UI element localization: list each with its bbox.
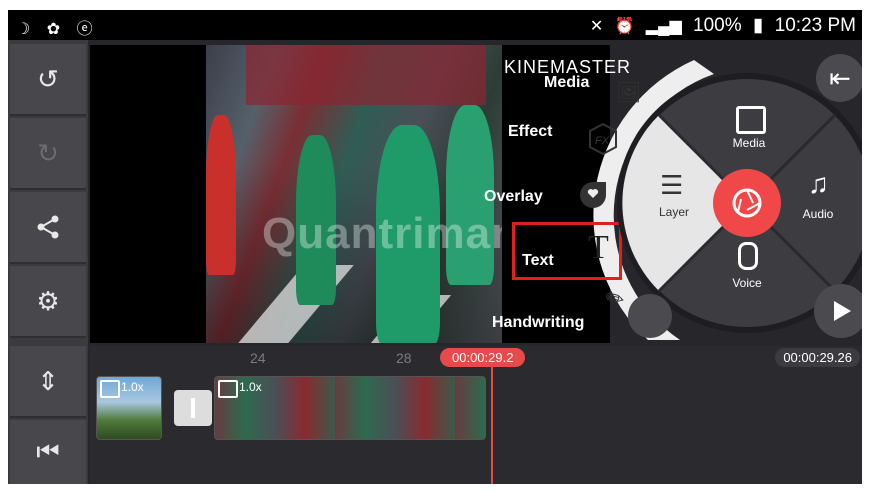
status-bar: ☽ ✿ ⓔ ✕ ⏰ ▂▄▆ 100% ▮ 10:23 PM [8, 10, 862, 40]
video-clip-1[interactable]: 1.0x [96, 376, 162, 440]
watermark: Quantrimang [262, 209, 502, 258]
total-time: 00:00:29.26 [775, 348, 860, 367]
layer-menu-effect[interactable]: Effect [508, 123, 552, 141]
timeline-expand-button[interactable]: ⇕ [10, 346, 86, 418]
play-button[interactable] [814, 284, 862, 338]
media-label: Media [732, 136, 766, 150]
alarm-icon: ⏰ [614, 18, 635, 35]
signal-icon: ▂▄▆ [645, 18, 682, 35]
record-button[interactable] [713, 169, 781, 237]
video-clip-2[interactable]: 1.0x [214, 376, 486, 440]
expand-vertical-icon: ⇕ [37, 365, 59, 396]
billboard [246, 45, 486, 105]
layers-icon: ☰ [660, 170, 684, 200]
mute-icon: ✕ [589, 18, 604, 35]
app-screen: ☽ ✿ ⓔ ✕ ⏰ ▂▄▆ 100% ▮ 10:23 PM ↺ ↻ ⚙ Quan… [8, 10, 862, 484]
status-notification-icons: ☽ ✿ ⓔ [16, 21, 99, 38]
clip-type-icon [218, 380, 238, 398]
clip-type-icon [100, 380, 120, 398]
clip-speed: 1.0x [239, 380, 262, 394]
status-right: ✕ ⏰ ▂▄▆ 100% ▮ 10:23 PM [584, 14, 856, 37]
redo-icon: ↻ [37, 137, 59, 168]
battery-percent: 100% [693, 15, 742, 36]
jump-to-start-button[interactable]: ⏮ [10, 420, 86, 484]
voice-label: Voice [732, 276, 762, 290]
ruler-tick: 28 [396, 350, 412, 366]
video-frame: Quantrimang [206, 45, 502, 343]
transition-button[interactable] [174, 390, 212, 426]
undo-button[interactable]: ↺ [10, 44, 86, 116]
timeline[interactable]: 24 28 00:00:29.2 00:00:29.26 1.0x 1.0x [90, 346, 862, 484]
battery-icon: ▮ [752, 15, 764, 36]
clock: 10:23 PM [774, 15, 856, 36]
runner [206, 115, 236, 275]
fx-icon[interactable]: FX [586, 122, 620, 156]
layer-menu-media[interactable]: Media [544, 74, 589, 92]
skip-back-icon: ⏮ [36, 436, 60, 466]
export-button[interactable]: ⇤ [816, 54, 862, 102]
playhead[interactable] [491, 362, 493, 484]
settings-icon: ⚙ [36, 285, 60, 316]
redo-button[interactable]: ↻ [10, 118, 86, 190]
exit-icon: ⇤ [829, 62, 851, 93]
share-button[interactable] [10, 192, 86, 264]
layer-menu-handwriting[interactable]: Handwriting [492, 314, 584, 332]
undo-icon: ↺ [37, 63, 59, 94]
timeline-toolbar: ⇕ ⏮ [8, 346, 88, 484]
layer-label: Layer [658, 205, 690, 219]
audio-icon[interactable]: ♫ [808, 168, 829, 200]
layer-menu-overlay[interactable]: Overlay [484, 188, 543, 206]
play-icon [834, 301, 851, 321]
ruler-tick: 24 [250, 350, 266, 366]
settings-button[interactable]: ⚙ [10, 266, 86, 338]
media-icon[interactable] [736, 106, 766, 134]
current-time: 00:00:29.2 [440, 348, 526, 367]
text-layer-icon[interactable]: T [588, 229, 609, 267]
svg-text:FX: FX [595, 135, 610, 147]
clip-speed: 1.0x [121, 380, 144, 394]
share-icon [37, 215, 59, 239]
overlay-sticker-icon[interactable] [578, 180, 608, 210]
audio-label: Audio [802, 207, 834, 221]
microphone-icon[interactable] [738, 242, 758, 270]
crop-button[interactable] [628, 294, 672, 338]
